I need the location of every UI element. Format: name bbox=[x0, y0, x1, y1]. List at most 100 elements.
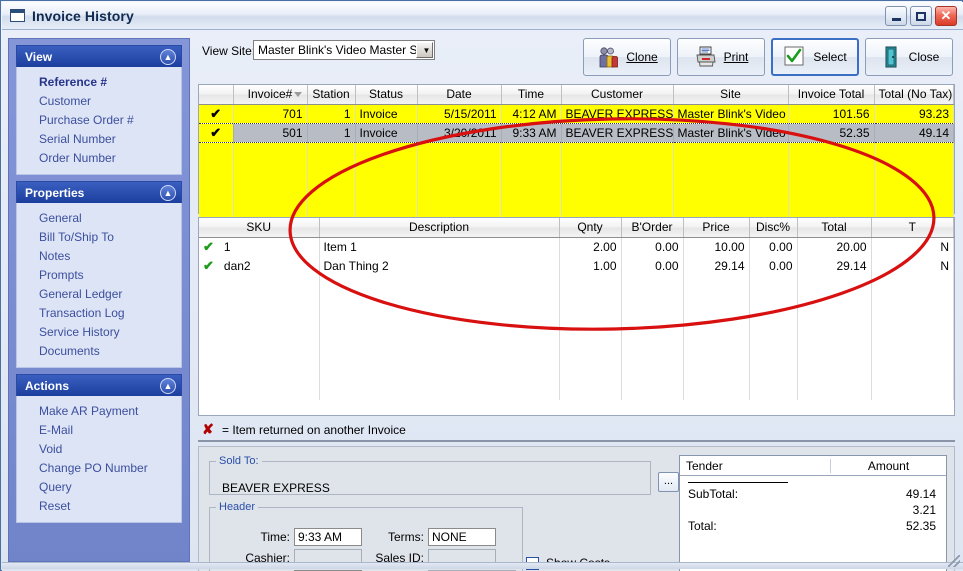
close-window-button[interactable]: Close bbox=[865, 38, 953, 76]
toolbar: View Site: Master Blink's Video Master S… bbox=[194, 34, 959, 82]
sidebar-item-notes[interactable]: Notes bbox=[17, 246, 181, 265]
col-description[interactable]: Description bbox=[319, 218, 560, 238]
select-button[interactable]: Select bbox=[771, 38, 859, 76]
sidebar-panel-properties-title: Properties bbox=[25, 185, 85, 200]
header-group: Header Time: 9:33 AM Terms: NONE Cashier… bbox=[209, 501, 523, 571]
sidebar-item-bill-to-ship-to[interactable]: Bill To/Ship To bbox=[17, 227, 181, 246]
sold-to-browse-button[interactable]: ... bbox=[658, 472, 679, 492]
col-total-no-tax[interactable]: Total (No Tax) bbox=[874, 85, 954, 105]
maximize-icon bbox=[916, 11, 926, 21]
close-button[interactable]: ✕ bbox=[935, 6, 957, 26]
table-row[interactable]: ✔ 1 Item 1 2.00 0.00 10.00 0.00 20.00 N bbox=[199, 237, 954, 256]
sidebar-item-reference-number[interactable]: Reference # bbox=[17, 72, 181, 91]
detail-grid[interactable]: SKU Description Qnty B'Order Price Disc%… bbox=[198, 217, 955, 416]
chevron-down-icon[interactable]: ▼ bbox=[416, 42, 433, 58]
col-price[interactable]: Price bbox=[683, 218, 750, 238]
cell-site: Master Blink's Video Mas bbox=[673, 104, 789, 123]
table-row[interactable]: ✔ dan2 Dan Thing 2 1.00 0.00 29.14 0.00 2… bbox=[199, 256, 954, 275]
sidebar-item-customer[interactable]: Customer bbox=[17, 91, 181, 110]
sidebar-item-documents[interactable]: Documents bbox=[17, 341, 181, 360]
col-station[interactable]: Station bbox=[307, 85, 356, 105]
sidebar-item-email[interactable]: E-Mail bbox=[17, 420, 181, 439]
table-row[interactable]: ✔ 501 1 Invoice 3/20/2011 9:33 AM BEAVER… bbox=[199, 122, 954, 143]
sidebar-item-change-po-number[interactable]: Change PO Number bbox=[17, 458, 181, 477]
col-t[interactable]: T bbox=[871, 218, 954, 238]
maximize-button[interactable] bbox=[910, 6, 932, 26]
empty-row bbox=[199, 332, 954, 351]
sidebar-panel-view-title: View bbox=[25, 49, 53, 64]
empty-row bbox=[199, 351, 954, 370]
print-button[interactable]: Print bbox=[677, 38, 765, 76]
empty-row bbox=[199, 199, 954, 218]
sidebar-item-prompts[interactable]: Prompts bbox=[17, 265, 181, 284]
sidebar-item-transaction-log[interactable]: Transaction Log bbox=[17, 303, 181, 322]
sidebar-item-query[interactable]: Query bbox=[17, 477, 181, 496]
view-site-dropdown[interactable]: Master Blink's Video Master Site ▼ bbox=[253, 40, 435, 60]
chevron-up-icon[interactable]: ▲ bbox=[160, 185, 176, 201]
sidebar-item-purchase-order-number[interactable]: Purchase Order # bbox=[17, 110, 181, 129]
cell-station: 1 bbox=[307, 122, 356, 143]
tender-line-subtotal: SubTotal: 49.14 bbox=[680, 486, 946, 502]
cell-price: 10.00 bbox=[683, 237, 750, 256]
col-line-total[interactable]: Total bbox=[797, 218, 872, 238]
sidebar-panel-view-header[interactable]: View ▲ bbox=[16, 45, 182, 67]
exit-door-icon bbox=[879, 45, 903, 69]
col-border[interactable]: B'Order bbox=[621, 218, 684, 238]
col-date[interactable]: Date bbox=[417, 85, 502, 105]
chevron-up-icon[interactable]: ▲ bbox=[160, 378, 176, 394]
sidebar-panel-actions: Actions ▲ Make AR Payment E-Mail Void Ch… bbox=[16, 374, 182, 523]
header-legend: Header bbox=[219, 501, 256, 513]
table-row[interactable]: ✔ 701 1 Invoice 5/15/2011 4:12 AM BEAVER… bbox=[199, 104, 954, 123]
cell-price: 29.14 bbox=[683, 256, 750, 275]
col-rowmark[interactable] bbox=[199, 85, 234, 105]
sidebar-panel-actions-header[interactable]: Actions ▲ bbox=[16, 374, 182, 396]
cell-sku-value: dan2 bbox=[223, 258, 251, 273]
minimize-button[interactable] bbox=[885, 6, 907, 26]
print-button-label: Print bbox=[723, 50, 749, 64]
clone-button[interactable]: Clone bbox=[583, 38, 671, 76]
col-disc[interactable]: Disc% bbox=[749, 218, 798, 238]
tender-line-total: Total: 52.35 bbox=[680, 518, 946, 534]
col-invoice-number[interactable]: Invoice# bbox=[233, 85, 308, 105]
col-qnty[interactable]: Qnty bbox=[559, 218, 622, 238]
sidebar-item-make-ar-payment[interactable]: Make AR Payment bbox=[17, 401, 181, 420]
sidebar-item-service-history[interactable]: Service History bbox=[17, 322, 181, 341]
sidebar-item-general[interactable]: General bbox=[17, 208, 181, 227]
sidebar: View ▲ Reference # Customer Purchase Ord… bbox=[8, 38, 190, 562]
legend-bar: ✘ = Item returned on another Invoice bbox=[198, 420, 955, 442]
sidebar-panel-properties-header[interactable]: Properties ▲ bbox=[16, 181, 182, 203]
toolbar-buttons: Clone Print Select Close bbox=[583, 38, 953, 76]
col-sku[interactable]: SKU bbox=[199, 218, 320, 238]
col-time[interactable]: Time bbox=[501, 85, 562, 105]
subtotal-label: SubTotal: bbox=[688, 487, 739, 501]
window-controls: ✕ bbox=[885, 6, 957, 26]
sidebar-item-general-ledger[interactable]: General Ledger bbox=[17, 284, 181, 303]
cell-t: N bbox=[871, 237, 954, 256]
col-customer[interactable]: Customer bbox=[561, 85, 674, 105]
red-x-icon: ✘ bbox=[202, 420, 214, 437]
invoice-grid[interactable]: Invoice# Station Status Date Time Custom… bbox=[198, 84, 955, 218]
row-check-icon: ✔ bbox=[203, 257, 214, 273]
resize-grip[interactable] bbox=[948, 555, 960, 567]
detail-grid-header-row: SKU Description Qnty B'Order Price Disc%… bbox=[199, 218, 954, 238]
sidebar-item-serial-number[interactable]: Serial Number bbox=[17, 129, 181, 148]
sidebar-item-void[interactable]: Void bbox=[17, 439, 181, 458]
sidebar-item-order-number[interactable]: Order Number bbox=[17, 148, 181, 167]
row-check-icon: ✔ bbox=[199, 104, 234, 123]
empty-row bbox=[199, 142, 954, 161]
window-title: Invoice History bbox=[32, 7, 134, 24]
col-invoice-total[interactable]: Invoice Total bbox=[788, 85, 875, 105]
time-field[interactable]: 9:33 AM bbox=[294, 528, 362, 546]
cell-total-no-tax: 93.23 bbox=[874, 104, 954, 123]
terms-field[interactable]: NONE bbox=[428, 528, 496, 546]
time-label: Time: bbox=[260, 530, 290, 544]
col-status[interactable]: Status bbox=[355, 85, 418, 105]
sold-to-group: Sold To: BEAVER EXPRESS bbox=[209, 455, 651, 495]
col-site[interactable]: Site bbox=[673, 85, 789, 105]
row-check-icon: ✔ bbox=[199, 122, 234, 143]
close-window-button-label: Close bbox=[908, 50, 940, 64]
sold-to-legend: Sold To: bbox=[219, 455, 259, 467]
empty-row bbox=[199, 294, 954, 313]
sidebar-item-reset[interactable]: Reset bbox=[17, 496, 181, 515]
chevron-up-icon[interactable]: ▲ bbox=[160, 49, 176, 65]
